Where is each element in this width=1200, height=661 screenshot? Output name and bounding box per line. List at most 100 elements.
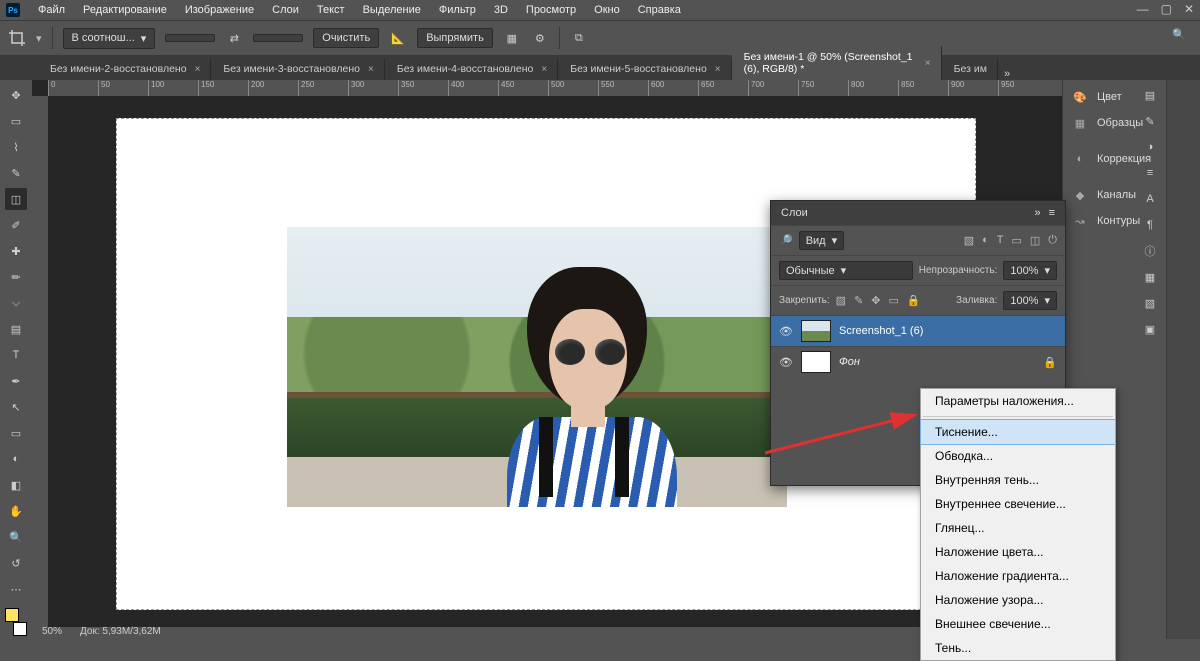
crop-tool-icon[interactable]: ◫: [5, 188, 27, 210]
panel-paths[interactable]: ↝Контуры: [1063, 208, 1166, 234]
fill-input[interactable]: 100%▾: [1003, 291, 1057, 310]
tab-close-icon[interactable]: ×: [368, 64, 374, 75]
tab-close-icon[interactable]: ×: [925, 58, 931, 69]
stamp-tool-icon[interactable]: ⌵: [5, 292, 27, 314]
search-icon[interactable]: 🔍: [1172, 28, 1186, 41]
close-icon[interactable]: ✕: [1184, 2, 1194, 16]
ctx-inner-shadow[interactable]: Внутренняя тень...: [921, 468, 1115, 492]
panel-swatches[interactable]: ▦Образцы: [1063, 110, 1166, 136]
eyedropper-tool-icon[interactable]: ✐: [5, 214, 27, 236]
panel-color[interactable]: 🎨Цвет: [1063, 84, 1166, 110]
menu-text[interactable]: Текст: [309, 2, 353, 18]
comp-panel-icon[interactable]: ▣: [1141, 320, 1159, 338]
dodge-tool-icon[interactable]: ◐: [5, 448, 27, 470]
menu-layers[interactable]: Слои: [264, 2, 307, 18]
menu-filter[interactable]: Фильтр: [431, 2, 484, 18]
panel-collapse-icon[interactable]: »: [1034, 207, 1040, 219]
lock-pixels-icon[interactable]: ✎: [854, 294, 863, 307]
layer-name[interactable]: Фон: [839, 356, 860, 368]
ctx-blending-options[interactable]: Параметры наложения...: [921, 389, 1115, 413]
ctx-stroke[interactable]: Обводка...: [921, 444, 1115, 468]
crop-tool-icon[interactable]: [8, 29, 26, 47]
visibility-icon[interactable]: 👁: [779, 325, 793, 338]
zoom-tool-icon[interactable]: 🔍: [5, 526, 27, 548]
grid-icon[interactable]: ▦: [503, 29, 521, 47]
width-input[interactable]: [165, 34, 215, 42]
ctx-bevel-emboss[interactable]: Тиснение...: [920, 419, 1116, 445]
lock-transparent-icon[interactable]: ▨: [836, 294, 846, 307]
color-swatches[interactable]: [5, 608, 27, 636]
menu-select[interactable]: Выделение: [355, 2, 429, 18]
ratio-dropdown[interactable]: В соотнош...▾: [63, 28, 156, 49]
ctx-inner-glow[interactable]: Внутреннее свечение...: [921, 492, 1115, 516]
history-brush-icon[interactable]: ↺: [5, 552, 27, 574]
doc-tab[interactable]: Без имени-4-восстановлено×: [385, 58, 558, 80]
tabs-overflow-icon[interactable]: »: [998, 68, 1016, 80]
opacity-input[interactable]: 100%▾: [1003, 261, 1057, 280]
hand-tool-icon[interactable]: ✋: [5, 500, 27, 522]
menu-help[interactable]: Справка: [630, 2, 689, 18]
placed-image[interactable]: [287, 227, 787, 507]
ctx-pattern-overlay[interactable]: Наложение узора...: [921, 588, 1115, 612]
tab-close-icon[interactable]: ×: [195, 64, 201, 75]
lock-position-icon[interactable]: ✥: [871, 294, 880, 307]
gradient-tool-icon[interactable]: ▤: [5, 318, 27, 340]
tab-close-icon[interactable]: ×: [541, 64, 547, 75]
nav-panel-icon[interactable]: ▦: [1141, 268, 1159, 286]
layer-name[interactable]: Screenshot_1 (6): [839, 325, 923, 337]
ctx-color-overlay[interactable]: Наложение цвета...: [921, 540, 1115, 564]
quick-select-tool-icon[interactable]: ✎: [5, 162, 27, 184]
ctx-drop-shadow[interactable]: Тень...: [921, 636, 1115, 660]
layer-filter-dropdown[interactable]: Вид▾: [799, 231, 844, 250]
straighten-icon[interactable]: 📐: [389, 29, 407, 47]
doc-tab[interactable]: Без им: [942, 58, 998, 80]
minimize-icon[interactable]: —: [1137, 2, 1149, 16]
type-tool-icon[interactable]: T: [5, 344, 27, 366]
heal-tool-icon[interactable]: ✚: [5, 240, 27, 262]
menu-3d[interactable]: 3D: [486, 2, 516, 18]
layer-thumbnail[interactable]: [801, 351, 831, 373]
swatch-panel-icon[interactable]: ▧: [1141, 294, 1159, 312]
lock-all-icon[interactable]: 🔒: [907, 294, 921, 307]
gear-icon[interactable]: ⚙: [531, 29, 549, 47]
ctx-outer-glow[interactable]: Внешнее свечение...: [921, 612, 1115, 636]
move-tool-icon[interactable]: ✥: [5, 84, 27, 106]
brush-tool-icon[interactable]: ✏: [5, 266, 27, 288]
layer-row[interactable]: 👁 Фон 🔒: [771, 346, 1065, 377]
marquee-tool-icon[interactable]: ▭: [5, 110, 27, 132]
layer-row[interactable]: 👁 Screenshot_1 (6): [771, 315, 1065, 346]
filter-toggle-icon[interactable]: ⏻: [1048, 234, 1057, 247]
lasso-tool-icon[interactable]: ⌇: [5, 136, 27, 158]
maximize-icon[interactable]: ▢: [1161, 2, 1172, 16]
menu-view[interactable]: Просмотр: [518, 2, 584, 18]
more-tools-icon[interactable]: ⋯: [5, 578, 27, 600]
height-input[interactable]: [253, 34, 303, 42]
doc-tab[interactable]: Без имени-3-восстановлено×: [211, 58, 384, 80]
menu-file[interactable]: Файл: [30, 2, 73, 18]
doc-tab[interactable]: Без имени-2-восстановлено×: [38, 58, 211, 80]
layer-thumbnail[interactable]: [801, 320, 831, 342]
lock-artboard-icon[interactable]: ▭: [889, 294, 899, 307]
menu-edit[interactable]: Редактирование: [75, 2, 175, 18]
filter-shape-icon[interactable]: ▭: [1011, 234, 1021, 247]
swap-icon[interactable]: ⇄: [225, 29, 243, 47]
clear-button[interactable]: Очистить: [313, 28, 379, 48]
tab-close-icon[interactable]: ×: [715, 64, 721, 75]
menu-image[interactable]: Изображение: [177, 2, 262, 18]
panel-channels[interactable]: ◆Каналы: [1063, 182, 1166, 208]
foreground-swatch[interactable]: [5, 608, 19, 622]
doc-tab[interactable]: Без имени-5-восстановлено×: [558, 58, 731, 80]
path-select-tool-icon[interactable]: ↖: [5, 396, 27, 418]
blend-mode-dropdown[interactable]: Обычные▾: [779, 261, 913, 280]
straighten-button[interactable]: Выпрямить: [417, 28, 493, 48]
filter-type-icon[interactable]: T: [997, 234, 1004, 247]
menu-window[interactable]: Окно: [586, 2, 628, 18]
zoom-level[interactable]: 50%: [42, 626, 62, 637]
doc-tab-active[interactable]: Без имени-1 @ 50% (Screenshot_1 (6), RGB…: [732, 46, 942, 80]
filter-pixel-icon[interactable]: ▧: [964, 234, 974, 247]
panel-menu-icon[interactable]: ≡: [1049, 207, 1055, 219]
ctx-satin[interactable]: Глянец...: [921, 516, 1115, 540]
filter-adjust-icon[interactable]: ◐: [982, 234, 989, 247]
panel-adjustments[interactable]: ◐Коррекция: [1063, 146, 1166, 172]
delete-cropped-icon[interactable]: ⧉: [570, 29, 588, 47]
